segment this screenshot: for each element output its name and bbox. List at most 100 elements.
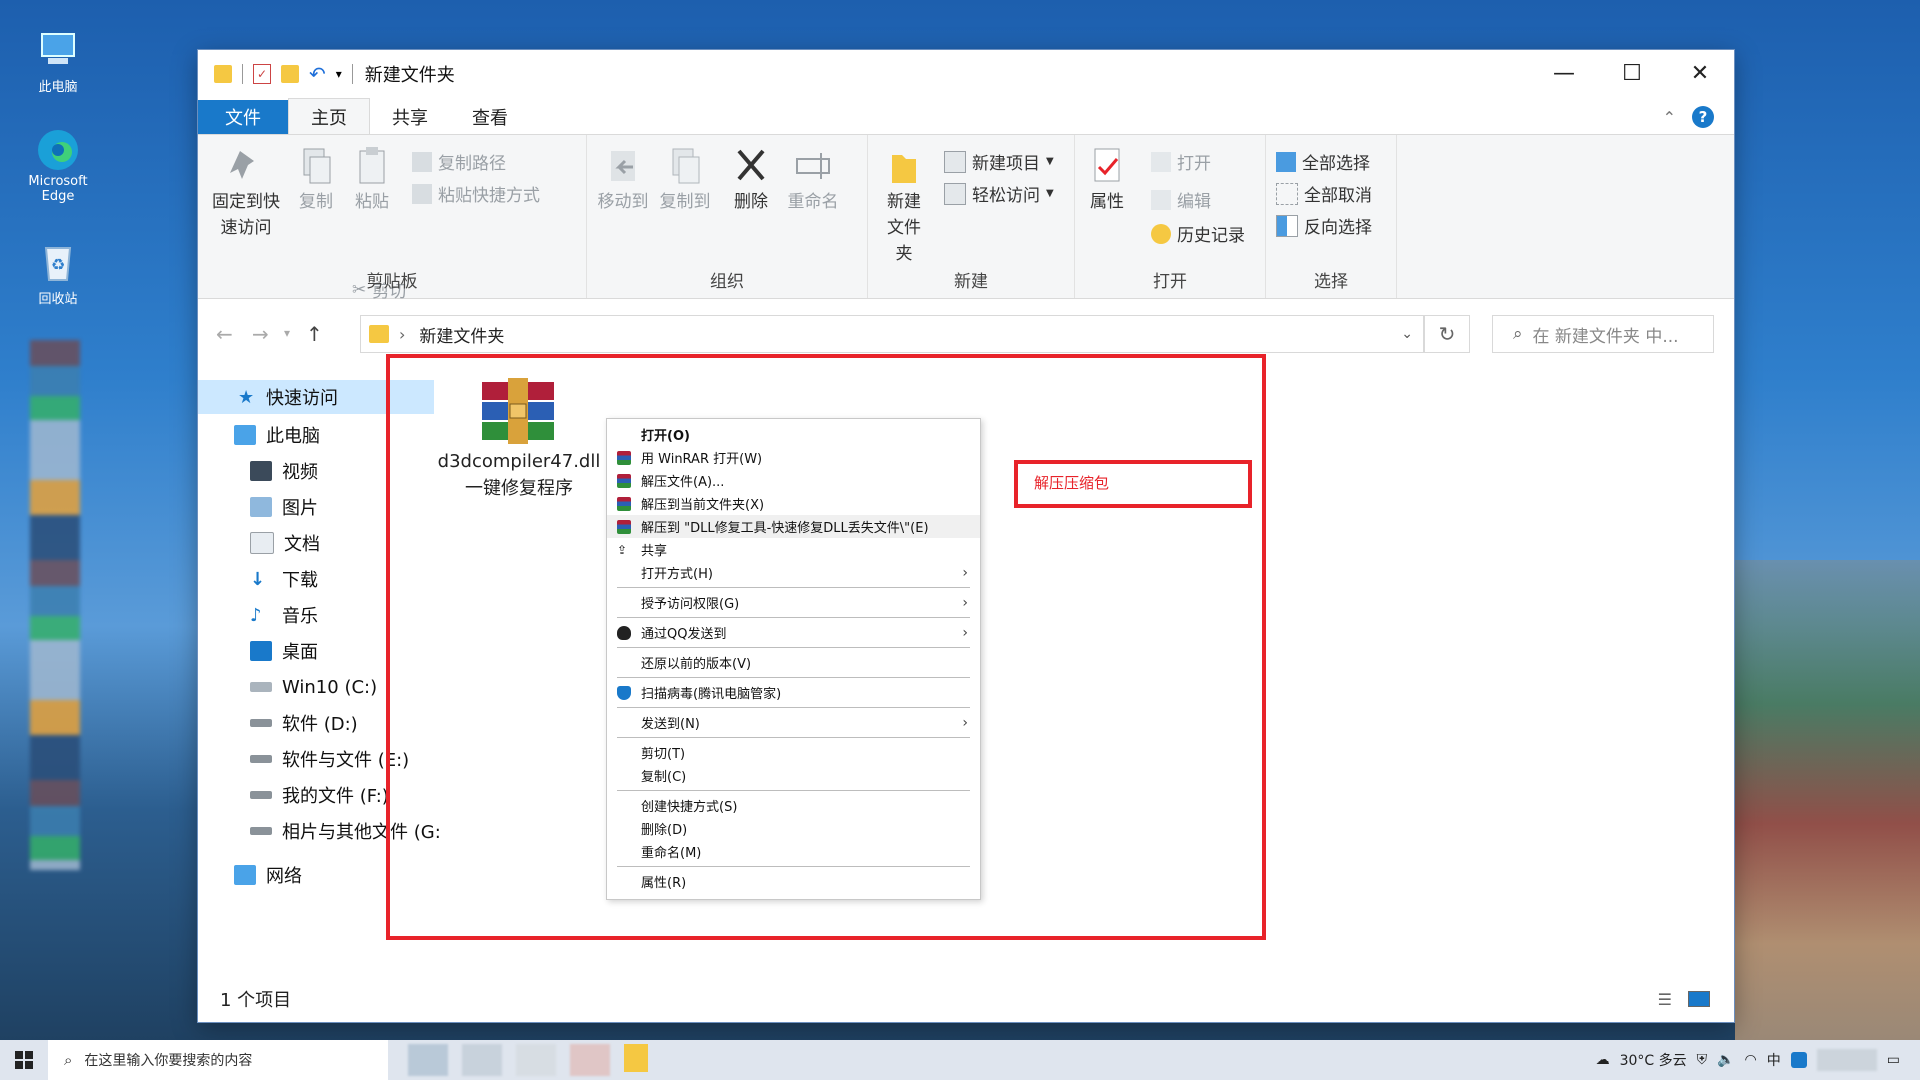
open-button[interactable]: 打开: [1151, 149, 1211, 174]
menu-item-label: 删除(D): [641, 823, 688, 838]
nav-drive-f[interactable]: 我的文件 (F:): [250, 778, 389, 812]
select-none-button[interactable]: 全部取消: [1276, 181, 1372, 206]
properties-button[interactable]: 属性: [1081, 145, 1133, 215]
menu-item-properties[interactable]: 属性(R): [607, 870, 980, 893]
properties-check-icon[interactable]: ✓: [253, 64, 271, 84]
details-view-icon[interactable]: ☰: [1658, 990, 1672, 1009]
tab-view[interactable]: 查看: [450, 100, 530, 134]
menu-item-cut[interactable]: 剪切(T): [607, 741, 980, 764]
edit-button[interactable]: 编辑: [1151, 187, 1211, 212]
rename-button[interactable]: 重命名: [783, 145, 843, 215]
nav-label: 下载: [282, 570, 318, 591]
menu-item-scan-virus[interactable]: 扫描病毒(腾讯电脑管家): [607, 681, 980, 704]
nav-network[interactable]: 网络: [234, 858, 302, 892]
quick-access-toolbar: ✓ ↶ ▾: [214, 62, 353, 86]
taskbar-app-icon[interactable]: [462, 1044, 502, 1076]
nav-music[interactable]: ♪ 音乐: [250, 598, 318, 632]
desktop-icon-recycle-bin[interactable]: ♻ 回收站: [18, 240, 98, 307]
pin-quick-access-button[interactable]: 固定到快速访问: [206, 145, 286, 241]
taskbar-search-box[interactable]: ⌕ 在这里输入你要搜索的内容: [48, 1040, 388, 1080]
refresh-button[interactable]: ↻: [1424, 315, 1470, 353]
menu-item-open[interactable]: 打开(O): [607, 423, 980, 446]
taskbar-app-icon[interactable]: [408, 1044, 448, 1076]
tab-home[interactable]: 主页: [288, 98, 370, 134]
delete-button[interactable]: 删除: [727, 145, 775, 215]
copy-to-button[interactable]: 复制到: [655, 145, 715, 215]
search-box[interactable]: ⌕ 在 新建文件夹 中...: [1492, 315, 1714, 353]
customize-qat-icon[interactable]: ▾: [336, 67, 342, 81]
nav-videos[interactable]: 视频: [250, 454, 318, 488]
maximize-button[interactable]: ☐: [1598, 50, 1666, 96]
nav-this-pc[interactable]: 此电脑: [234, 418, 320, 452]
menu-item-extract-to-folder[interactable]: 解压到 "DLL修复工具-快速修复DLL丢失文件\"(E): [607, 515, 980, 538]
menu-item-delete[interactable]: 删除(D): [607, 817, 980, 840]
menu-item-share[interactable]: ⇪ 共享: [607, 538, 980, 561]
wifi-icon[interactable]: ◠: [1745, 1052, 1757, 1068]
address-box[interactable]: › 新建文件夹 ⌄: [360, 315, 1424, 353]
menu-item-give-access[interactable]: 授予访问权限(G) ›: [607, 591, 980, 614]
paste-shortcut-button[interactable]: 粘贴快捷方式: [412, 181, 540, 206]
nav-documents[interactable]: 文档: [250, 526, 320, 560]
weather-text[interactable]: 30°C 多云: [1620, 1050, 1687, 1070]
menu-item-label: 重命名(M): [641, 846, 702, 861]
menu-item-rename[interactable]: 重命名(M): [607, 840, 980, 863]
nav-label: Win10 (C:): [282, 676, 378, 698]
menu-item-send-via-qq[interactable]: 通过QQ发送到 ›: [607, 621, 980, 644]
nav-pictures[interactable]: 图片: [250, 490, 318, 524]
menu-item-send-to[interactable]: 发送到(N) ›: [607, 711, 980, 734]
back-arrow-icon[interactable]: ←: [216, 322, 233, 346]
tab-share[interactable]: 共享: [370, 100, 450, 134]
clock-blurred[interactable]: [1816, 1049, 1877, 1071]
paste-button[interactable]: 粘贴: [348, 145, 396, 215]
taskbar-app-icon[interactable]: [516, 1044, 556, 1076]
recent-locations-icon[interactable]: ▾: [284, 326, 290, 340]
collapse-ribbon-icon[interactable]: ⌃: [1663, 108, 1676, 127]
move-to-button[interactable]: 移动到: [593, 145, 653, 215]
large-icons-view-icon[interactable]: [1688, 991, 1710, 1007]
volume-icon[interactable]: 🔈: [1717, 1052, 1734, 1068]
history-button[interactable]: 历史记录: [1151, 221, 1245, 246]
copy-button[interactable]: 复制: [292, 145, 340, 215]
security-shield-icon[interactable]: ⛨: [1697, 1052, 1708, 1068]
new-item-button[interactable]: 新建项目 ▼: [944, 149, 1054, 174]
windows-start-button[interactable]: [0, 1040, 48, 1080]
desktop-icon-label: Microsoft Edge: [28, 174, 88, 204]
desktop-icon-this-pc[interactable]: 此电脑: [18, 28, 98, 95]
easy-access-button[interactable]: 轻松访问 ▼: [944, 181, 1054, 206]
select-all-button[interactable]: 全部选择: [1276, 149, 1370, 174]
menu-item-restore-versions[interactable]: 还原以前的版本(V): [607, 651, 980, 674]
menu-item-extract-here[interactable]: 解压到当前文件夹(X): [607, 492, 980, 515]
minimize-button[interactable]: —: [1530, 50, 1598, 96]
copy-path-button[interactable]: 复制路径: [412, 149, 506, 174]
ime-icon[interactable]: 中: [1767, 1050, 1781, 1070]
close-button[interactable]: ✕: [1666, 50, 1734, 96]
notification-icon[interactable]: ▭: [1887, 1052, 1900, 1068]
nav-drive-d[interactable]: 软件 (D:): [250, 706, 358, 740]
menu-item-label: 打开(O): [641, 429, 690, 444]
menu-item-create-shortcut[interactable]: 创建快捷方式(S): [607, 794, 980, 817]
menu-item-open-with-winrar[interactable]: 用 WinRAR 打开(W): [607, 446, 980, 469]
undo-icon[interactable]: ↶: [309, 62, 326, 86]
menu-item-open-with[interactable]: 打开方式(H) ›: [607, 561, 980, 584]
taskbar-app-icon[interactable]: [570, 1044, 610, 1076]
help-icon[interactable]: ?: [1692, 106, 1714, 128]
invert-selection-button[interactable]: 反向选择: [1276, 213, 1372, 238]
tab-file[interactable]: 文件: [198, 100, 288, 134]
breadcrumb-chevron-icon[interactable]: ›: [399, 325, 405, 344]
new-folder-icon[interactable]: [281, 65, 299, 83]
nav-drive-c[interactable]: Win10 (C:): [250, 670, 377, 704]
menu-item-copy[interactable]: 复制(C): [607, 764, 980, 787]
forward-arrow-icon[interactable]: →: [252, 322, 269, 346]
menu-item-extract-files[interactable]: 解压文件(A)...: [607, 469, 980, 492]
address-dropdown-icon[interactable]: ⌄: [1401, 326, 1413, 342]
copy-to-icon: [665, 145, 705, 187]
qq-tray-icon[interactable]: [1790, 1052, 1807, 1068]
nav-downloads[interactable]: ↓ 下载: [250, 562, 318, 596]
nav-desktop[interactable]: 桌面: [250, 634, 318, 668]
breadcrumb[interactable]: 新建文件夹: [419, 322, 504, 347]
file-explorer-taskbar-icon[interactable]: [624, 1044, 648, 1072]
new-folder-button[interactable]: 新建文件夹: [872, 145, 936, 267]
up-arrow-icon[interactable]: ↑: [306, 322, 323, 346]
paste-shortcut-icon: [412, 183, 432, 204]
desktop-icon-edge[interactable]: Microsoft Edge: [18, 126, 98, 204]
